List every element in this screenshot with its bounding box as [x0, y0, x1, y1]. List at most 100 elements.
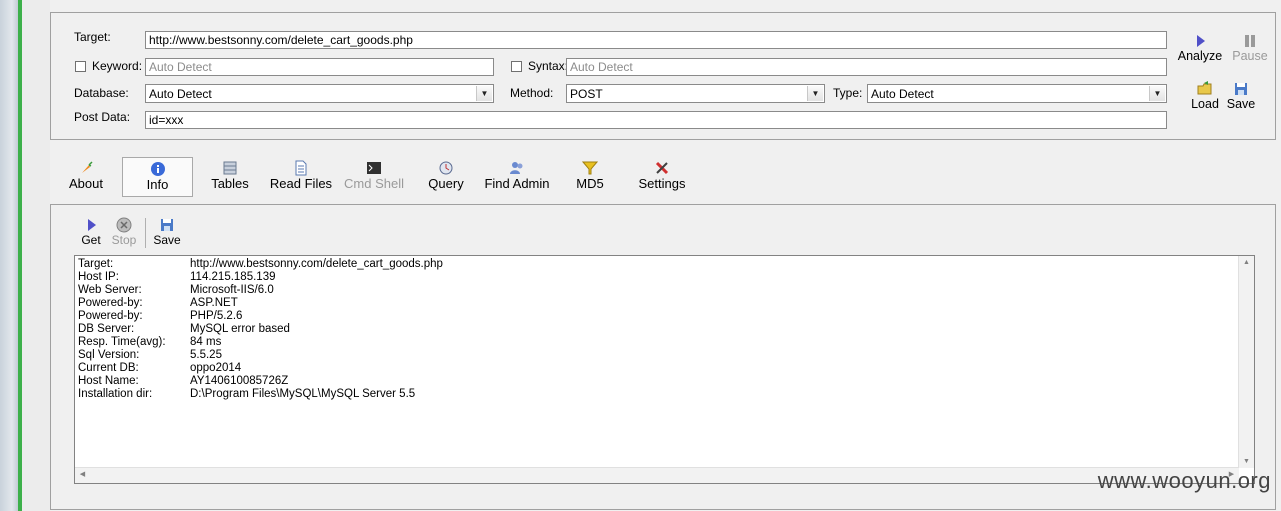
tab-info[interactable]: Info — [122, 157, 193, 197]
analyze-label: Analyze — [1177, 49, 1223, 63]
info-row: Powered-by: PHP/5.2.6 — [78, 310, 242, 323]
admin-icon — [510, 162, 523, 174]
tab-label: MD5 — [576, 176, 604, 191]
tab-label: Cmd Shell — [344, 176, 404, 191]
floppy-disk-icon — [1235, 83, 1247, 95]
syntax-input[interactable]: Auto Detect — [566, 58, 1167, 76]
pause-label: Pause — [1232, 49, 1268, 63]
info-row: Target: http://www.bestsonny.com/delete_c… — [78, 258, 443, 271]
file-icon — [295, 160, 307, 176]
tab-settings[interactable]: Settings — [634, 160, 690, 191]
floppy-disk-icon — [161, 219, 173, 231]
chevron-down-icon[interactable]: ▼ — [807, 86, 823, 101]
watermark: www.wooyun.org — [1097, 468, 1271, 493]
keyword-input[interactable]: Auto Detect — [145, 58, 494, 76]
tab-label: Settings — [638, 176, 686, 191]
info-value: 84 ms — [190, 336, 222, 348]
info-key: Host IP: — [78, 271, 119, 283]
tools-icon — [655, 161, 669, 175]
info-key: Host Name: — [78, 375, 139, 387]
type-select[interactable]: Auto Detect ▼ — [867, 84, 1167, 103]
info-key: Target: — [78, 258, 114, 270]
save-button[interactable]: Save — [1224, 81, 1258, 111]
toolbar-separator — [145, 218, 146, 248]
info-row: Resp. Time(avg): 84 ms — [78, 336, 221, 349]
horizontal-scrollbar[interactable]: ◀ ▶ — [75, 467, 1239, 483]
info-value: 5.5.25 — [190, 349, 222, 361]
info-key: Powered-by: — [78, 310, 143, 322]
stop-icon — [116, 217, 132, 233]
info-key: Sql Version: — [78, 349, 140, 361]
tab-label: Info — [146, 177, 169, 192]
keyword-checkbox[interactable] — [75, 61, 86, 72]
folder-icon — [1197, 81, 1212, 95]
info-row: Sql Version: 5.5.25 — [78, 349, 222, 362]
info-row: Host Name: AY140610085726Z — [78, 375, 288, 388]
info-row: Current DB: oppo2014 — [78, 362, 241, 375]
play-icon — [88, 219, 96, 231]
method-label: Method: — [510, 86, 554, 100]
database-select[interactable]: Auto Detect ▼ — [145, 84, 494, 103]
method-select[interactable]: POST ▼ — [566, 84, 825, 103]
load-label: Load — [1191, 97, 1219, 111]
terminal-icon — [367, 162, 381, 174]
tab-cmd-shell[interactable]: Cmd Shell — [340, 160, 408, 191]
stop-label: Stop — [111, 233, 137, 247]
info-key: Web Server: — [78, 284, 142, 296]
syntax-checkbox[interactable] — [511, 61, 522, 72]
info-value: Microsoft-IIS/6.0 — [190, 284, 274, 296]
type-label: Type: — [833, 86, 863, 100]
info-row: Web Server: Microsoft-IIS/6.0 — [78, 284, 274, 297]
info-save-button[interactable]: Save — [151, 217, 183, 247]
info-save-label: Save — [153, 233, 181, 247]
analyze-button[interactable]: Analyze — [1176, 33, 1224, 63]
tab-about[interactable]: About — [62, 160, 110, 191]
query-icon — [439, 161, 453, 175]
target-input[interactable]: http://www.bestsonny.com/delete_cart_goo… — [145, 31, 1167, 49]
database-select-value: Auto Detect — [149, 87, 212, 101]
info-value: ASP.NET — [190, 297, 238, 309]
chevron-down-icon[interactable]: ▼ — [1149, 86, 1165, 101]
tab-query[interactable]: Query — [422, 160, 470, 191]
target-label: Target: — [74, 30, 111, 44]
info-value: PHP/5.2.6 — [190, 310, 243, 322]
info-value: AY140610085726Z — [190, 375, 289, 387]
tab-tables[interactable]: Tables — [205, 160, 255, 191]
tab-label: Tables — [211, 176, 249, 191]
info-key: Installation dir: — [78, 388, 153, 400]
save-label: Save — [1226, 97, 1256, 111]
info-row: DB Server: MySQL error based — [78, 323, 290, 336]
database-label: Database: — [74, 86, 129, 100]
left-gutter — [22, 0, 50, 511]
info-row: Powered-by: ASP.NET — [78, 297, 238, 310]
pause-button[interactable]: Pause — [1230, 33, 1270, 63]
syntax-label: Syntax: — [528, 59, 569, 73]
tab-md5[interactable]: MD5 — [568, 160, 612, 191]
info-output[interactable]: Target: http://www.bestsonny.com/delete_c… — [74, 255, 1255, 484]
carrot-icon — [82, 161, 93, 173]
tab-read-files[interactable]: Read Files — [268, 160, 334, 191]
scroll-down-icon[interactable]: ▼ — [1239, 458, 1254, 465]
tab-label: Query — [428, 176, 464, 191]
scroll-left-icon[interactable]: ◀ — [75, 470, 90, 478]
scroll-up-icon[interactable]: ▲ — [1239, 259, 1254, 266]
funnel-icon — [582, 161, 598, 175]
get-label: Get — [81, 233, 101, 247]
info-value: http://www.bestsonny.com/delete_cart_goo… — [190, 258, 443, 270]
pause-icon — [1245, 35, 1255, 47]
keyword-label: Keyword: — [92, 59, 143, 73]
info-row: Host IP: 114.215.185.139 — [78, 271, 275, 284]
tab-find-admin[interactable]: Find Admin — [482, 160, 552, 191]
post-data-input[interactable]: id=xxx — [145, 111, 1167, 129]
info-key: Current DB: — [78, 362, 139, 374]
get-button[interactable]: Get — [78, 217, 104, 247]
stop-button[interactable]: Stop — [108, 217, 140, 247]
chevron-down-icon[interactable]: ▼ — [476, 86, 492, 101]
left-window-edge — [0, 0, 20, 511]
table-icon — [223, 161, 237, 175]
load-button[interactable]: Load — [1186, 81, 1224, 111]
info-value: oppo2014 — [190, 362, 242, 374]
vertical-scrollbar[interactable]: ▲ ▼ — [1238, 256, 1254, 468]
info-icon — [150, 162, 165, 176]
info-key: Powered-by: — [78, 297, 143, 309]
